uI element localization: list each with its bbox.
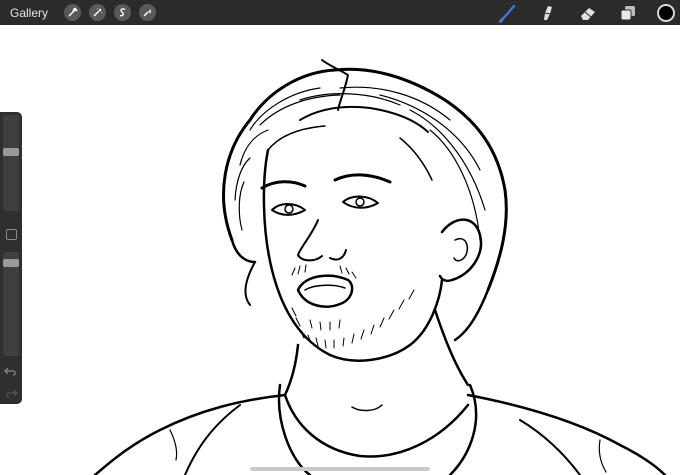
mouth (296, 274, 354, 308)
brush-icon[interactable] (497, 2, 519, 24)
eraser-icon[interactable] (577, 2, 599, 24)
selection-icon[interactable] (114, 4, 132, 21)
right-tool-group (479, 0, 680, 25)
top-toolbar: Gallery (0, 0, 680, 25)
smudge-icon[interactable] (537, 2, 559, 24)
layers-icon[interactable] (617, 2, 639, 24)
transform-arrow-icon[interactable] (139, 4, 157, 21)
collar (283, 393, 470, 458)
home-indicator (250, 467, 430, 471)
color-picker-swatch[interactable] (657, 3, 675, 22)
magic-wand-icon[interactable] (89, 4, 107, 21)
wrench-icon[interactable] (64, 4, 82, 21)
drawing-canvas[interactable] (0, 25, 680, 475)
gallery-button[interactable]: Gallery (10, 6, 48, 20)
